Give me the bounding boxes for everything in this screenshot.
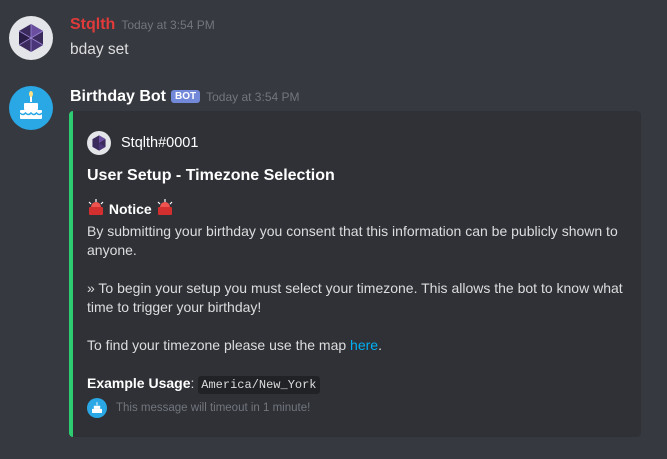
- user-avatar[interactable]: [9, 16, 53, 60]
- message-header: Birthday Bot BOT Today at 3:54 PM: [70, 88, 300, 106]
- embed-title: User Setup - Timezone Selection: [87, 167, 335, 184]
- example-label: Example Usage: [87, 375, 191, 391]
- username[interactable]: Birthday Bot: [70, 88, 166, 105]
- timestamp: Today at 3:54 PM: [121, 18, 215, 32]
- embed: Stqlth#0001 User Setup - Timezone Select…: [69, 111, 641, 437]
- setup-text: » To begin your setup you must select yo…: [87, 280, 623, 315]
- embed-author-name: Stqlth#0001: [121, 135, 199, 151]
- birthday-cake-icon: [19, 91, 43, 119]
- police-light-icon: [156, 199, 174, 222]
- username[interactable]: Stqlth: [70, 16, 115, 33]
- bot-avatar[interactable]: [9, 86, 53, 130]
- message-header: Stqlth Today at 3:54 PM: [70, 16, 215, 34]
- polyhedron-avatar-icon: [18, 24, 44, 52]
- embed-description: Notice By submitting your birthday you c…: [87, 199, 632, 395]
- message-content: bday set: [70, 41, 129, 58]
- author-avatar-icon: [87, 131, 111, 155]
- bot-badge: BOT: [171, 90, 201, 103]
- police-light-icon: [87, 199, 105, 222]
- embed-author: Stqlth#0001: [87, 131, 198, 155]
- map-text: To find your timezone please use the map: [87, 337, 351, 353]
- map-suffix: .: [378, 337, 382, 353]
- timestamp: Today at 3:54 PM: [206, 90, 300, 104]
- notice-text: By submitting your birthday you consent …: [87, 223, 618, 258]
- example-code: America/New_York: [198, 376, 320, 394]
- map-link[interactable]: here: [350, 337, 378, 353]
- embed-footer: This message will timeout in 1 minute!: [87, 398, 310, 418]
- notice-label: Notice: [108, 201, 152, 217]
- footer-text: This message will timeout in 1 minute!: [116, 402, 311, 414]
- footer-cake-icon: [87, 398, 107, 418]
